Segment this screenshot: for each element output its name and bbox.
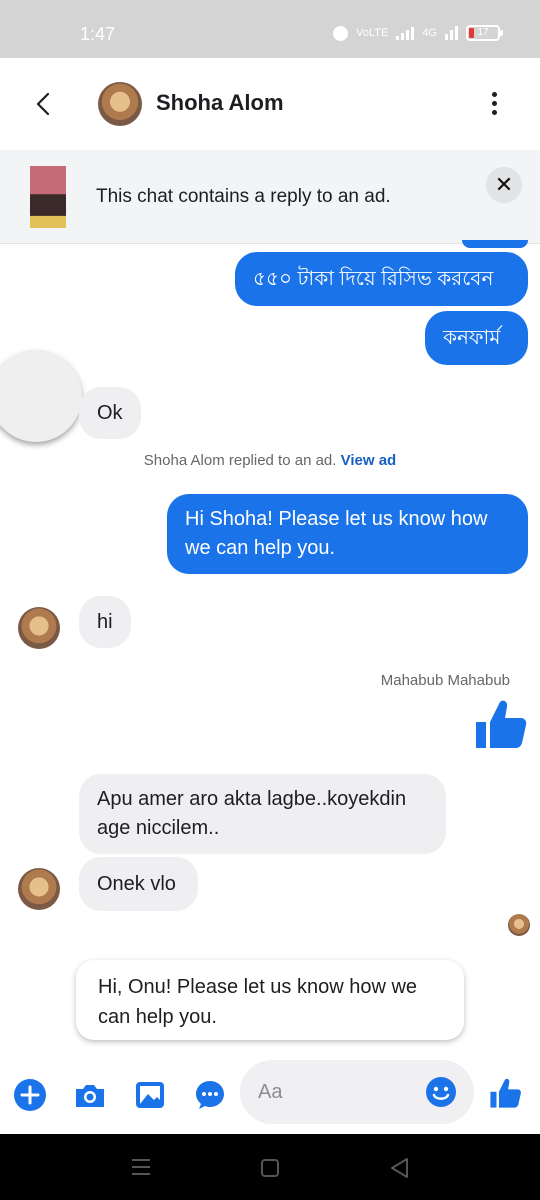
previous-message-edge [462, 240, 528, 248]
alarm-icon [333, 25, 349, 41]
message-text: Onek vlo [97, 872, 176, 895]
message-text: Ok [97, 401, 123, 424]
sender-label: Mahabub Mahabub [380, 672, 510, 689]
status-icons: VoLTE 4G 17 [333, 25, 503, 41]
contact-avatar-small[interactable] [18, 607, 60, 649]
floating-chat-head[interactable] [0, 350, 82, 442]
suggested-reply-text: Hi, Onu! Please let us know how we can h… [98, 976, 418, 1028]
outgoing-message[interactable]: Hi Shoha! Please let us know how we can … [167, 494, 528, 574]
ad-reply-notice-text: Shoha Alom replied to an ad. [143, 452, 337, 469]
camera-icon[interactable] [73, 1078, 107, 1112]
thumbs-up-icon[interactable] [472, 696, 528, 752]
contact-name[interactable]: Shoha Alom [156, 90, 284, 116]
ad-reply-notice: Shoha Alom replied to an ad. View ad [0, 452, 540, 469]
menu-nav-icon[interactable] [130, 1158, 152, 1176]
message-input[interactable]: Aa [240, 1060, 474, 1124]
close-icon[interactable]: ✕ [486, 167, 522, 203]
message-composer: Aa [0, 1058, 540, 1134]
status-time: 1:47 [80, 24, 116, 44]
home-nav-icon[interactable] [260, 1158, 280, 1178]
signal-icon-2 [445, 26, 458, 40]
battery-icon: 17 [466, 25, 503, 41]
chat-header: Shoha Alom [0, 58, 540, 150]
back-arrow-icon[interactable] [30, 88, 58, 120]
incoming-message[interactable]: hi [79, 596, 131, 648]
ad-banner-text: This chat contains a reply to an ad. [96, 186, 391, 207]
message-text: কনফার্ম [443, 326, 501, 349]
like-icon[interactable] [488, 1076, 522, 1110]
suggested-reply-card[interactable]: Hi, Onu! Please let us know how we can h… [76, 960, 464, 1040]
status-bar: 1:47 VoLTE 4G 17 [0, 0, 540, 58]
message-text: Hi Shoha! Please let us know how we can … [185, 508, 488, 559]
incoming-message[interactable]: Ok [79, 387, 141, 439]
message-input-placeholder: Aa [258, 1081, 283, 1103]
more-options-icon[interactable] [484, 92, 504, 120]
incoming-message[interactable]: Apu amer aro akta lagbe..koyekdin age ni… [79, 774, 446, 854]
chat-more-icon[interactable] [193, 1078, 227, 1112]
plus-icon[interactable] [13, 1078, 47, 1112]
contact-avatar[interactable] [98, 82, 142, 126]
volte-indicator: VoLTE [356, 27, 389, 39]
ad-reply-banner: This chat contains a reply to an ad. ✕ [0, 150, 540, 244]
outgoing-message[interactable]: কনফার্ম [425, 311, 528, 365]
incoming-message[interactable]: Onek vlo [79, 857, 198, 911]
system-nav-bar [0, 1134, 540, 1200]
network-type: 4G [422, 27, 437, 39]
read-receipt-avatar [508, 914, 530, 936]
view-ad-link[interactable]: View ad [341, 452, 397, 469]
outgoing-message[interactable]: ৫৫০ টাকা দিয়ে রিসিভ করবেন [235, 252, 528, 306]
gallery-icon[interactable] [133, 1078, 167, 1112]
message-text: hi [97, 610, 113, 633]
emoji-icon[interactable] [425, 1076, 457, 1108]
signal-icon [396, 26, 415, 40]
message-text: ৫৫০ টাকা দিয়ে রিসিভ করবেন [253, 267, 494, 290]
contact-avatar-small[interactable] [18, 868, 60, 910]
ad-thumbnail[interactable] [30, 166, 66, 228]
back-nav-icon[interactable] [389, 1157, 409, 1179]
message-text: Apu amer aro akta lagbe..koyekdin age ni… [97, 788, 407, 839]
